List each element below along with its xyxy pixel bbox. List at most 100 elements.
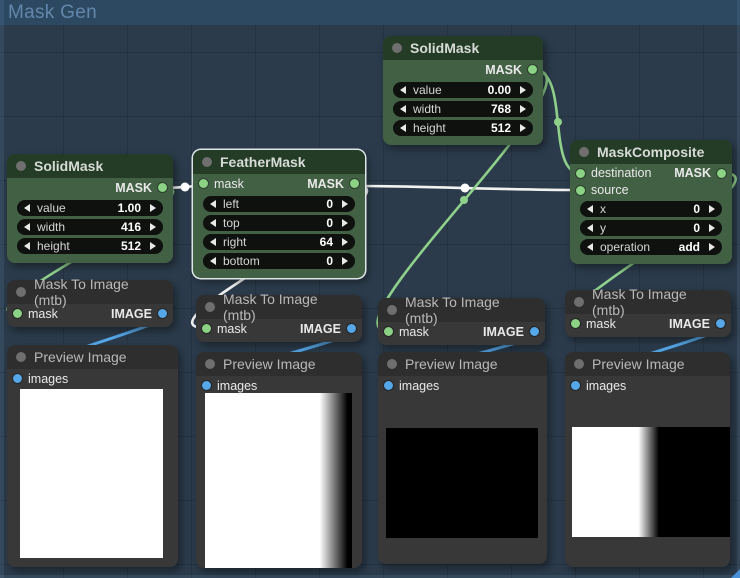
- node-preview-1[interactable]: Preview Image images: [7, 345, 178, 567]
- node-solidmask-top[interactable]: SolidMask MASK value 0.00 width 768 heig…: [383, 36, 543, 145]
- image-output-port[interactable]: [716, 319, 725, 328]
- arrow-right-icon[interactable]: [520, 105, 526, 113]
- widget-height[interactable]: height 512: [393, 120, 533, 136]
- widget-width[interactable]: width 768: [393, 101, 533, 117]
- widget-height[interactable]: height 512: [17, 238, 163, 254]
- collapse-dot-icon[interactable]: [205, 302, 215, 312]
- collapse-dot-icon[interactable]: [16, 352, 26, 362]
- node-preview-4[interactable]: Preview Image images: [565, 352, 730, 567]
- collapse-dot-icon[interactable]: [202, 157, 212, 167]
- widget-x[interactable]: x 0: [580, 201, 722, 217]
- node-masktoimage-1[interactable]: Mask To Image (mtb) mask IMAGE: [7, 276, 173, 327]
- widget-y[interactable]: y 0: [580, 220, 722, 236]
- collapse-dot-icon[interactable]: [579, 147, 589, 157]
- collapse-dot-icon[interactable]: [574, 359, 584, 369]
- arrow-left-icon[interactable]: [24, 204, 30, 212]
- arrow-left-icon[interactable]: [587, 243, 593, 251]
- mask-output-port[interactable]: [528, 65, 537, 74]
- link-dot[interactable]: [180, 182, 190, 192]
- node-title-bar[interactable]: MaskComposite: [570, 140, 732, 164]
- arrow-left-icon[interactable]: [400, 86, 406, 94]
- node-title-bar[interactable]: Mask To Image (mtb): [378, 294, 545, 326]
- link-dot[interactable]: [460, 183, 470, 193]
- widget-value[interactable]: value 1.00: [17, 200, 163, 216]
- images-input-port[interactable]: [13, 374, 22, 383]
- mask-output-port[interactable]: [158, 183, 167, 192]
- arrow-right-icon[interactable]: [709, 243, 715, 251]
- mask-input-port[interactable]: [199, 179, 208, 188]
- collapse-dot-icon[interactable]: [574, 297, 584, 307]
- widget-left[interactable]: left 0: [203, 196, 355, 212]
- mask-input-port[interactable]: [202, 324, 211, 333]
- widget-operation[interactable]: operation add: [580, 239, 722, 255]
- node-title-bar[interactable]: Preview Image: [196, 352, 362, 376]
- node-masktoimage-3[interactable]: Mask To Image (mtb) mask IMAGE: [378, 294, 545, 345]
- collapse-dot-icon[interactable]: [205, 359, 215, 369]
- arrow-right-icon[interactable]: [520, 86, 526, 94]
- arrow-left-icon[interactable]: [210, 238, 216, 246]
- node-feathermask[interactable]: FeatherMask mask MASK left 0 top 0 right…: [193, 150, 365, 278]
- image-output-port[interactable]: [158, 309, 167, 318]
- arrow-left-icon[interactable]: [24, 223, 30, 231]
- node-title-bar[interactable]: Mask To Image (mtb): [196, 291, 362, 323]
- arrow-right-icon[interactable]: [150, 242, 156, 250]
- node-preview-2[interactable]: Preview Image images: [196, 352, 362, 568]
- arrow-left-icon[interactable]: [210, 200, 216, 208]
- node-masktoimage-4[interactable]: Mask To Image (mtb) mask IMAGE: [565, 286, 731, 337]
- widget-bottom[interactable]: bottom 0: [203, 253, 355, 269]
- node-title-bar[interactable]: Preview Image: [7, 345, 178, 369]
- image-output-port[interactable]: [530, 327, 539, 336]
- node-solidmask-left[interactable]: SolidMask MASK value 1.00 width 416 heig…: [7, 154, 173, 263]
- link-dot[interactable]: [554, 118, 562, 126]
- collapse-dot-icon[interactable]: [16, 287, 26, 297]
- arrow-right-icon[interactable]: [150, 204, 156, 212]
- arrow-left-icon[interactable]: [210, 219, 216, 227]
- canvas-resize-handle-icon[interactable]: [731, 569, 740, 578]
- node-title-bar[interactable]: SolidMask: [7, 154, 173, 178]
- arrow-right-icon[interactable]: [342, 257, 348, 265]
- widget-right[interactable]: right 64: [203, 234, 355, 250]
- mask-input-port[interactable]: [571, 319, 580, 328]
- arrow-left-icon[interactable]: [400, 124, 406, 132]
- node-title-bar[interactable]: FeatherMask: [193, 150, 365, 174]
- mask-output-port[interactable]: [350, 179, 359, 188]
- widget-value[interactable]: value 0.00: [393, 82, 533, 98]
- images-input-port[interactable]: [571, 381, 580, 390]
- arrow-left-icon[interactable]: [210, 257, 216, 265]
- arrow-right-icon[interactable]: [342, 238, 348, 246]
- collapse-dot-icon[interactable]: [387, 305, 397, 315]
- destination-input-port[interactable]: [576, 168, 585, 178]
- mask-input-port[interactable]: [384, 327, 393, 336]
- node-graph-canvas[interactable]: Mask Gen SolidMask MASK value 0.00 width…: [0, 0, 740, 578]
- widget-width[interactable]: width 416: [17, 219, 163, 235]
- arrow-left-icon[interactable]: [24, 242, 30, 250]
- collapse-dot-icon[interactable]: [387, 359, 397, 369]
- images-input-port[interactable]: [202, 381, 211, 390]
- arrow-right-icon[interactable]: [150, 223, 156, 231]
- source-input-port[interactable]: [576, 185, 585, 195]
- arrow-left-icon[interactable]: [587, 205, 593, 213]
- arrow-right-icon[interactable]: [709, 224, 715, 232]
- arrow-left-icon[interactable]: [400, 105, 406, 113]
- node-title-bar[interactable]: SolidMask: [383, 36, 543, 60]
- arrow-right-icon[interactable]: [342, 200, 348, 208]
- collapse-dot-icon[interactable]: [392, 43, 402, 53]
- node-title-bar[interactable]: Preview Image: [378, 352, 547, 376]
- widget-top[interactable]: top 0: [203, 215, 355, 231]
- node-maskcomposite[interactable]: MaskComposite destination MASK source x …: [570, 140, 732, 264]
- images-input-port[interactable]: [384, 381, 393, 390]
- arrow-right-icon[interactable]: [342, 219, 348, 227]
- collapse-dot-icon[interactable]: [16, 161, 26, 171]
- arrow-right-icon[interactable]: [520, 124, 526, 132]
- arrow-left-icon[interactable]: [587, 224, 593, 232]
- node-masktoimage-2[interactable]: Mask To Image (mtb) mask IMAGE: [196, 291, 362, 342]
- link-dot[interactable]: [460, 196, 468, 204]
- mask-output-port[interactable]: [717, 168, 726, 178]
- node-title-bar[interactable]: Preview Image: [565, 352, 730, 376]
- node-preview-3[interactable]: Preview Image images: [378, 352, 547, 564]
- image-output-port[interactable]: [347, 324, 356, 333]
- arrow-right-icon[interactable]: [709, 205, 715, 213]
- node-title-bar[interactable]: Mask To Image (mtb): [565, 286, 731, 318]
- mask-input-port[interactable]: [13, 309, 22, 318]
- node-title-bar[interactable]: Mask To Image (mtb): [7, 276, 173, 308]
